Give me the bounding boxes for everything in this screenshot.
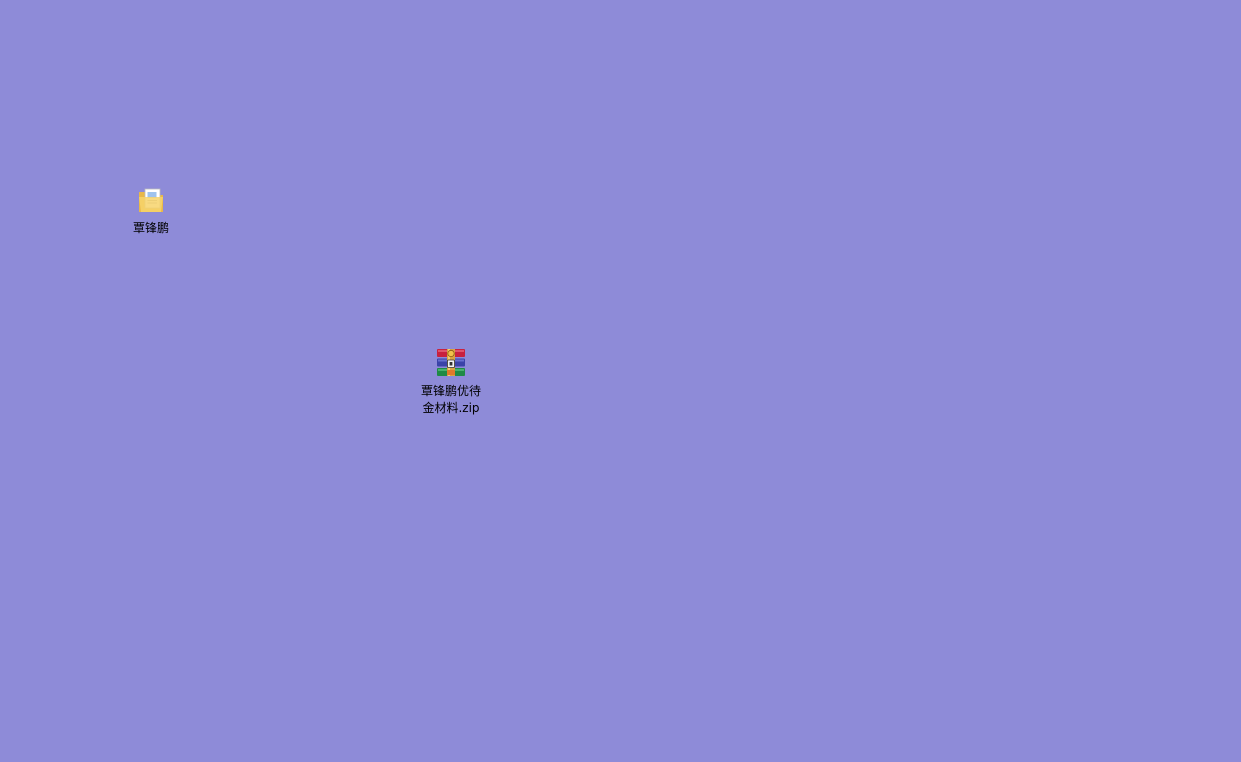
desktop-item-label: 覃锋鹏 (132, 221, 169, 235)
desktop-item-folder[interactable]: 覃锋鹏 (113, 183, 189, 237)
desktop-item-zip-archive[interactable]: 覃锋鹏优待 金材料.zip (413, 346, 489, 417)
desktop-item-label: 覃锋鹏优待 金材料.zip (416, 383, 486, 417)
desktop-item-label-line: 金材料.zip (422, 401, 480, 415)
desktop-background[interactable]: 覃锋鹏 覃锋鹏优待 金材料.zip (0, 0, 1241, 762)
folder-with-document-icon (139, 188, 163, 212)
winrar-archive-icon (437, 349, 465, 376)
desktop-item-label-line: 覃锋鹏优待 (420, 384, 481, 398)
